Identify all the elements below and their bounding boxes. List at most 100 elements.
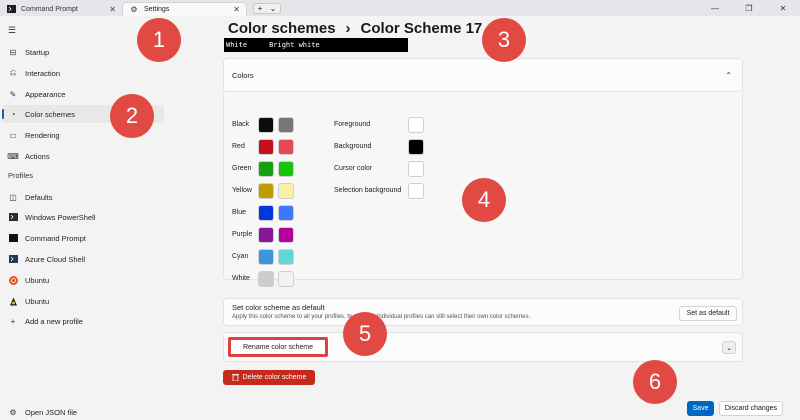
- delete-label: Delete color scheme: [242, 374, 307, 381]
- layers-icon: ◫: [9, 192, 17, 202]
- sidebar-item-label: Startup: [25, 47, 50, 57]
- tab-label: Settings: [144, 6, 170, 13]
- sidebar-item-label: Open JSON file: [25, 407, 78, 417]
- main-content: Color schemes › Color Scheme 17 White Br…: [208, 16, 800, 420]
- special-color-swatch[interactable]: [408, 182, 424, 199]
- color-swatch-normal[interactable]: [258, 160, 274, 177]
- color-swatch-normal[interactable]: [258, 182, 274, 199]
- color-swatch-normal[interactable]: [258, 138, 274, 155]
- sidebar-item-interaction[interactable]: ⎌ Interaction: [0, 64, 165, 82]
- delete-color-scheme-button[interactable]: Delete color scheme: [223, 370, 315, 385]
- color-label: Red: [232, 143, 245, 150]
- tab-bar: Command Prompt ✕ ⚙ Settings ✕ + ⌄ — ❐ ✕: [0, 0, 800, 16]
- callout-badge: 5: [343, 312, 387, 356]
- callout-badge: 4: [462, 178, 506, 222]
- sidebar-item-label: Ubuntu: [25, 275, 50, 285]
- profiles-header: Profiles: [8, 171, 34, 180]
- set-default-title: Set color scheme as default: [232, 303, 325, 312]
- discard-changes-button[interactable]: Discard changes: [719, 401, 783, 416]
- maximize-button[interactable]: ❐: [732, 4, 766, 13]
- chevron-down-icon[interactable]: ⌄: [722, 341, 736, 354]
- special-color-label: Selection background: [334, 187, 402, 194]
- minimize-button[interactable]: —: [698, 4, 732, 13]
- gear-icon: ⚙: [130, 5, 138, 14]
- sidebar-item-label: Color schemes: [25, 109, 76, 119]
- callout-badge: 6: [633, 360, 677, 404]
- sidebar-item-actions[interactable]: ⌨ Actions: [0, 147, 165, 165]
- breadcrumb-separator: ›: [345, 20, 351, 37]
- sidebar-item-label: Windows PowerShell: [25, 212, 96, 222]
- colors-section-header[interactable]: Colors ⌃: [223, 58, 743, 92]
- color-row: White: [232, 270, 298, 287]
- rename-color-scheme-button[interactable]: Rename color scheme: [228, 337, 328, 357]
- color-row: Red: [232, 138, 298, 155]
- palette-icon: ◔: [10, 109, 16, 119]
- special-color-row: Selection background: [334, 182, 428, 199]
- special-color-swatch[interactable]: [408, 160, 424, 177]
- sidebar-item-defaults[interactable]: ◫ Defaults: [0, 188, 165, 206]
- color-row: Yellow: [232, 182, 298, 199]
- color-label: Yellow: [232, 187, 252, 194]
- keyboard-icon: ⌨: [7, 151, 19, 161]
- tab-label: Command Prompt: [21, 5, 78, 13]
- color-swatch-bright[interactable]: [278, 226, 294, 243]
- color-row: Cyan: [232, 248, 298, 265]
- window-controls: — ❐ ✕: [698, 0, 800, 16]
- special-color-swatch[interactable]: [408, 116, 424, 133]
- cmd-icon: [8, 233, 18, 243]
- special-color-swatch[interactable]: [408, 138, 424, 155]
- sidebar-item-add-profile[interactable]: + Add a new profile: [0, 312, 165, 330]
- color-swatch-bright[interactable]: [278, 116, 294, 133]
- color-swatch-bright[interactable]: [278, 248, 294, 265]
- tab-command-prompt[interactable]: Command Prompt ✕: [0, 2, 122, 16]
- color-row: Green: [232, 160, 298, 177]
- brush-icon: ✎: [9, 89, 17, 99]
- color-swatch-bright[interactable]: [278, 204, 294, 221]
- close-icon[interactable]: ✕: [109, 5, 116, 14]
- sidebar-item-windows-powershell[interactable]: Windows PowerShell: [0, 208, 165, 226]
- sidebar-item-label: Actions: [25, 151, 50, 161]
- ubuntu-icon: [8, 275, 18, 285]
- sidebar-item-label: Appearance: [25, 89, 66, 99]
- close-window-button[interactable]: ✕: [766, 4, 800, 13]
- color-swatch-normal[interactable]: [258, 248, 274, 265]
- sidebar-item-ubuntu[interactable]: Ubuntu: [0, 271, 165, 289]
- colors-section-title: Colors: [232, 70, 254, 80]
- save-button[interactable]: Save: [687, 401, 714, 416]
- sidebar-item-ubuntu-wsl[interactable]: Ubuntu: [0, 292, 165, 310]
- new-tab-button[interactable]: +: [258, 4, 263, 13]
- special-color-row: Foreground: [334, 116, 428, 133]
- color-swatch-bright[interactable]: [278, 182, 294, 199]
- preview-text-white: White: [226, 41, 248, 49]
- sidebar-item-label: Azure Cloud Shell: [25, 254, 86, 264]
- close-icon[interactable]: ✕: [233, 5, 240, 14]
- set-as-default-button[interactable]: Set as default: [679, 306, 737, 321]
- scheme-preview: White Bright white: [224, 38, 408, 52]
- color-swatch-bright[interactable]: [278, 270, 294, 287]
- color-swatch-normal[interactable]: [258, 116, 274, 133]
- color-swatch-bright[interactable]: [278, 138, 294, 155]
- breadcrumb-parent[interactable]: Color schemes: [228, 20, 336, 37]
- terminal-icon: [6, 4, 16, 14]
- color-label: Purple: [232, 231, 253, 238]
- preview-text-bright-white: Bright white: [269, 41, 320, 49]
- open-json-file-button[interactable]: ⚙ Open JSON file: [0, 403, 165, 420]
- color-label: Cyan: [232, 253, 249, 260]
- tab-settings[interactable]: ⚙ Settings ✕: [122, 2, 247, 16]
- color-swatch-normal[interactable]: [258, 204, 274, 221]
- sidebar-item-command-prompt[interactable]: Command Prompt: [0, 229, 165, 247]
- sidebar-item-label: Command Prompt: [25, 233, 86, 243]
- color-swatch-normal[interactable]: [258, 226, 274, 243]
- color-swatch-bright[interactable]: [278, 160, 294, 177]
- special-color-row: Cursor color: [334, 160, 428, 177]
- tab-dropdown-button[interactable]: ⌄: [270, 4, 277, 13]
- color-row: Black: [232, 116, 298, 133]
- callout-badge: 1: [137, 18, 181, 62]
- hamburger-menu-icon[interactable]: ☰: [8, 25, 16, 36]
- color-swatch-normal[interactable]: [258, 270, 274, 287]
- sidebar-item-azure-cloud-shell[interactable]: Azure Cloud Shell: [0, 250, 165, 268]
- monitor-icon: ▭: [9, 130, 17, 140]
- azure-icon: [8, 254, 18, 264]
- color-row: Purple: [232, 226, 298, 243]
- sidebar-item-label: Rendering: [25, 130, 60, 140]
